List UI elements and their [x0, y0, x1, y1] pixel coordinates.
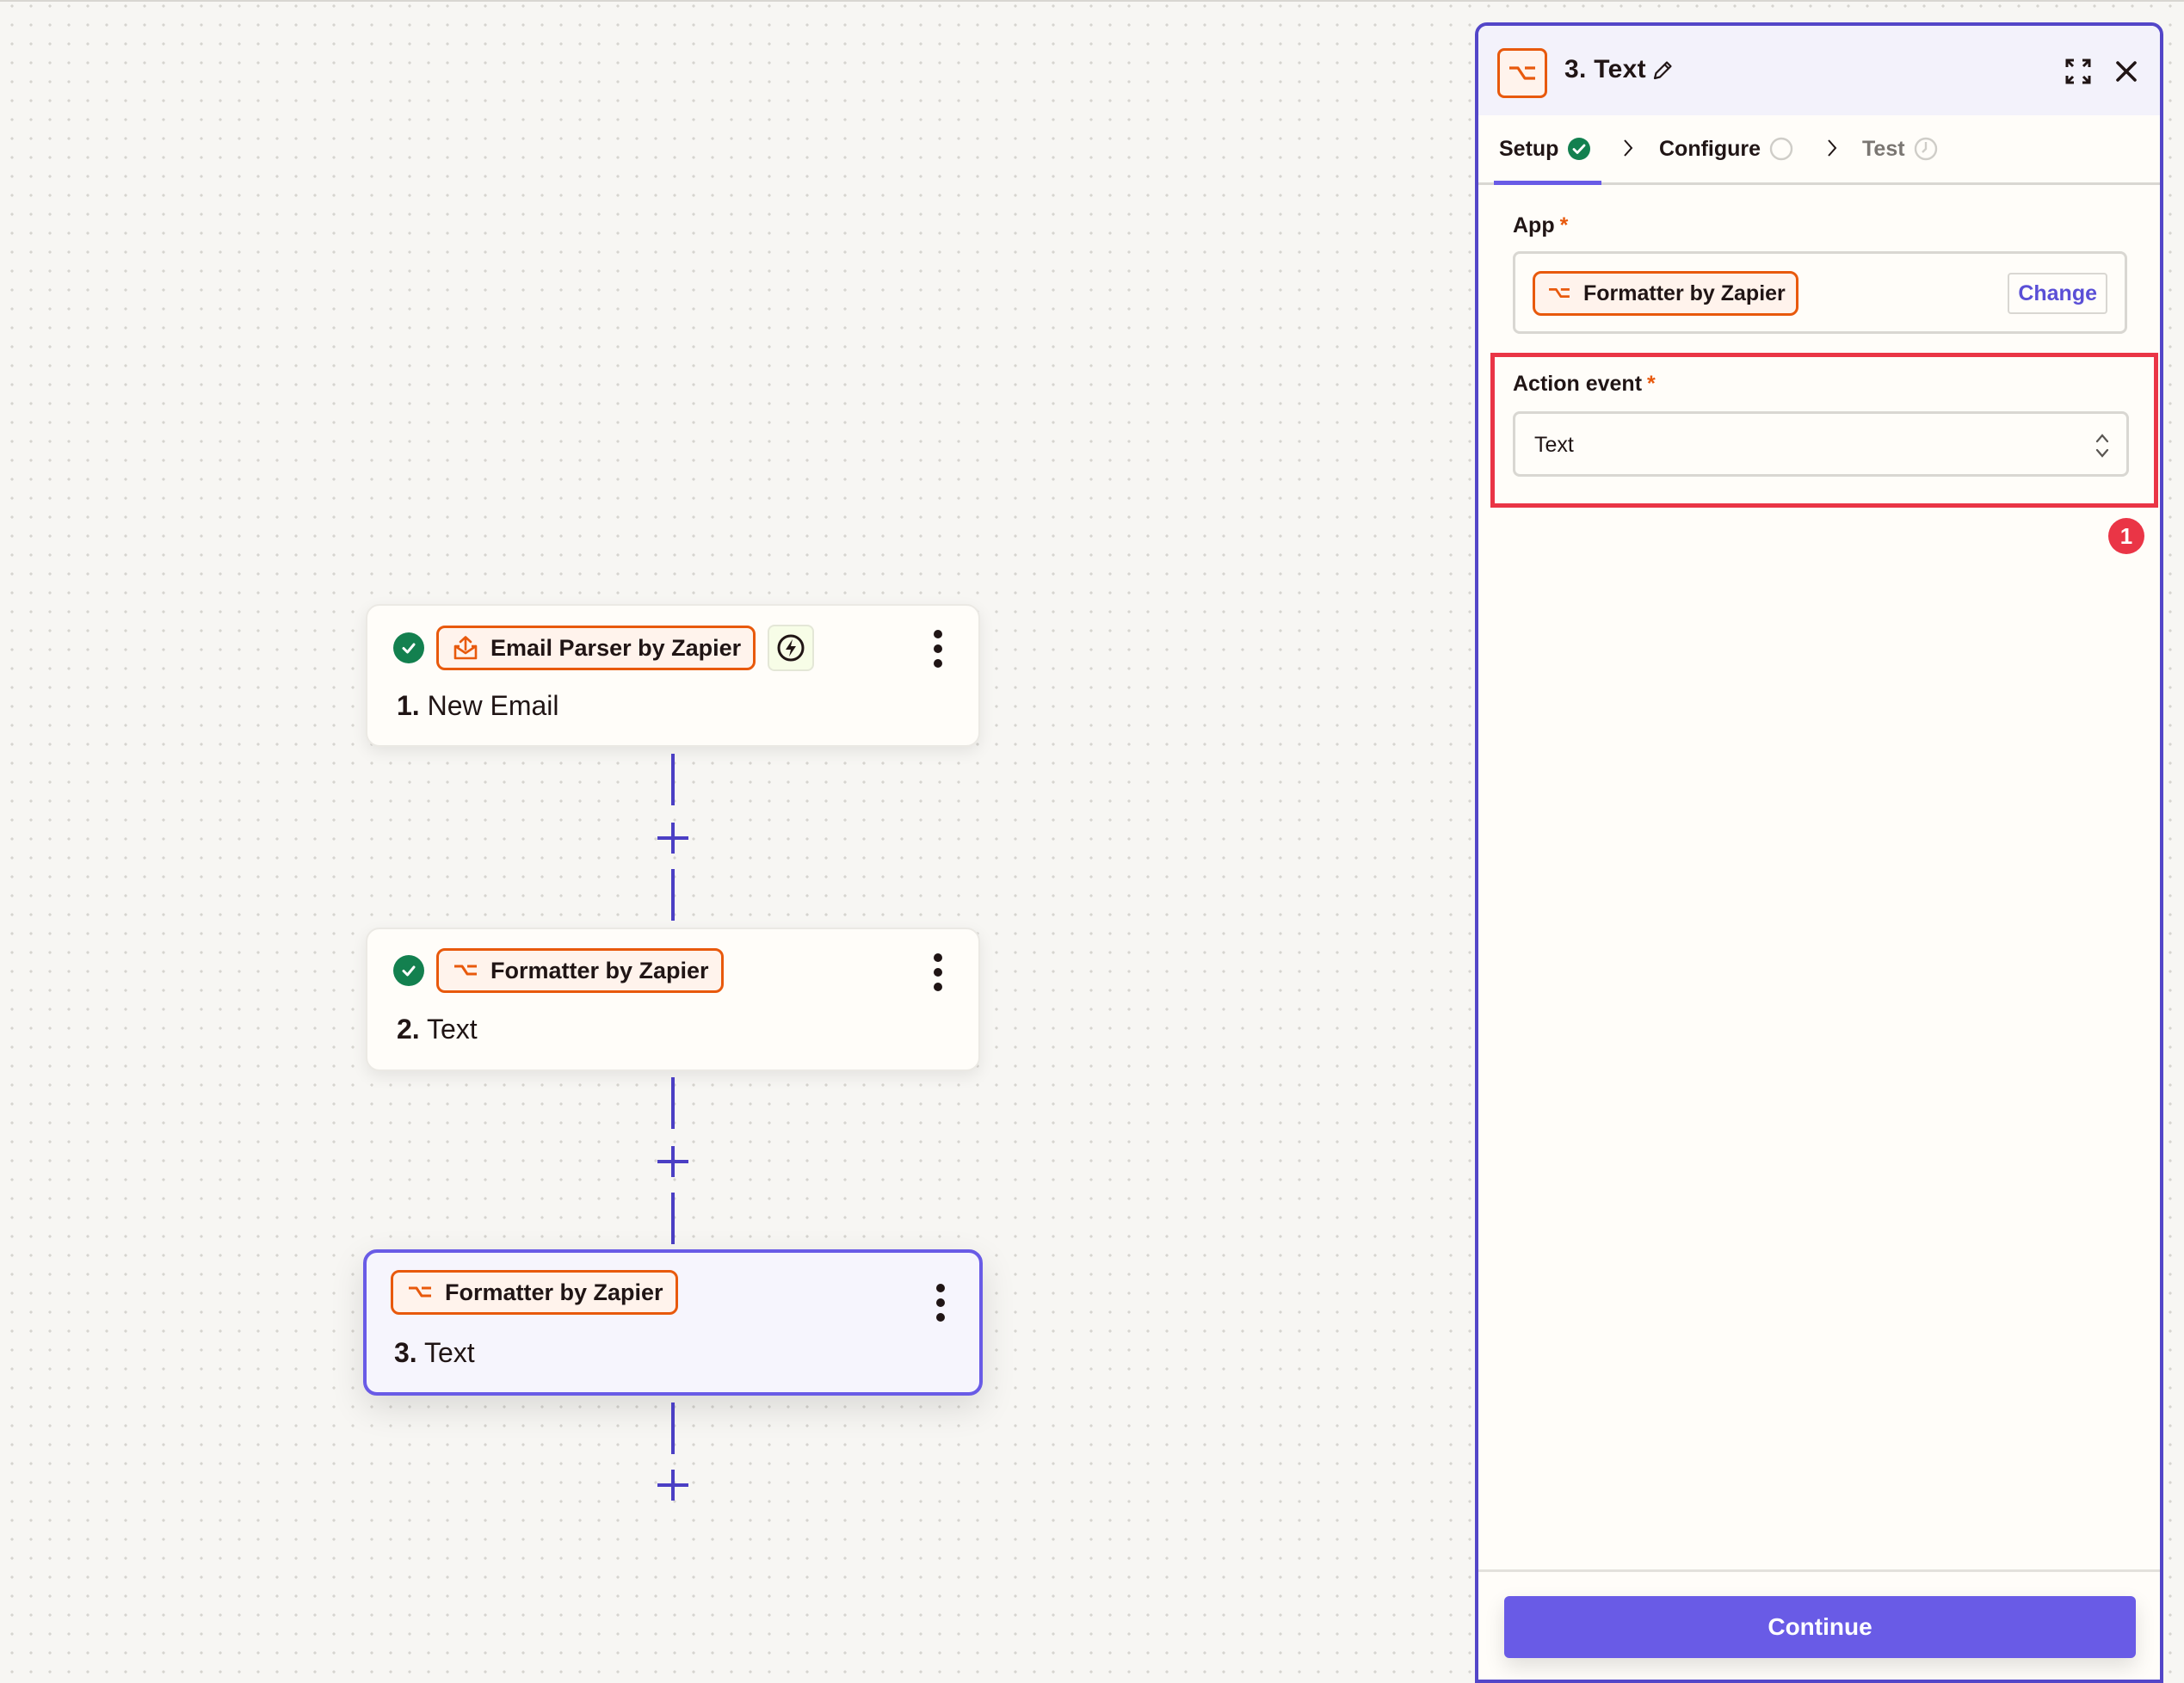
- action-event-select[interactable]: Text: [1513, 411, 2129, 477]
- more-options-icon[interactable]: [932, 953, 944, 991]
- check-circle-icon: [393, 632, 424, 663]
- chevron-right-icon: [1624, 139, 1633, 157]
- tab-setup[interactable]: Setup: [1493, 115, 1602, 185]
- app-name: Formatter by Zapier: [490, 957, 709, 983]
- add-step-button[interactable]: [657, 1470, 688, 1501]
- pencil-icon[interactable]: [1650, 59, 1675, 83]
- step-name: Text: [424, 1337, 475, 1368]
- formatter-app-icon: [1497, 48, 1547, 98]
- step-name: New Email: [427, 690, 559, 721]
- step-name: Text: [427, 1014, 478, 1045]
- continue-button[interactable]: Continue: [1504, 1596, 2136, 1658]
- app-chip[interactable]: Formatter by Zapier: [436, 948, 724, 993]
- connector-line: [671, 1077, 675, 1129]
- app-field: Formatter by Zapier Change: [1513, 251, 2127, 334]
- top-divider: [0, 0, 2184, 2]
- step-number: 3.: [394, 1337, 417, 1368]
- expand-icon[interactable]: [2064, 57, 2093, 86]
- formatter-icon: [409, 1286, 431, 1298]
- app-name: Email Parser by Zapier: [490, 634, 742, 661]
- panel-title: 3. Text: [1564, 55, 1646, 83]
- check-circle-icon: [393, 955, 424, 986]
- step-card-header: Email Parser by Zapier: [393, 625, 815, 671]
- connector-line: [671, 1193, 675, 1244]
- empty-circle-icon: [1769, 137, 1793, 161]
- email-parser-icon: [453, 636, 478, 660]
- app-name: Formatter by Zapier: [1583, 280, 1786, 305]
- chevron-right-icon: [1828, 139, 1837, 157]
- required-mark: *: [1647, 372, 1656, 396]
- step-card-2[interactable]: Formatter by Zapier 2. Text: [366, 928, 980, 1071]
- timer-icon: [1914, 137, 1937, 161]
- tab-label: Setup: [1499, 136, 1559, 161]
- label-text: App: [1513, 213, 1555, 237]
- footer-divider: [1478, 1569, 2160, 1572]
- formatter-icon: [1549, 288, 1570, 299]
- tab-label: Test: [1862, 136, 1905, 161]
- tab-label: Configure: [1659, 136, 1761, 161]
- select-value: Text: [1534, 433, 1574, 457]
- trigger-badge: [768, 625, 815, 671]
- formatter-icon: [454, 965, 477, 976]
- connector-line: [671, 869, 675, 921]
- label-text: Action event: [1513, 372, 1643, 396]
- add-step-button[interactable]: [657, 1146, 688, 1177]
- app-chip[interactable]: Email Parser by Zapier: [436, 626, 756, 670]
- more-options-icon[interactable]: [932, 630, 944, 668]
- connector-line: [671, 754, 675, 805]
- step-title: 1. New Email: [397, 690, 559, 722]
- step-title: 2. Text: [397, 1014, 478, 1045]
- step-tabs: Setup Configure Test: [1478, 115, 2160, 185]
- selected-app-chip: Formatter by Zapier: [1533, 271, 1798, 316]
- tab-configure[interactable]: Configure: [1659, 115, 1793, 182]
- step-card-header: Formatter by Zapier: [391, 1270, 678, 1315]
- add-step-button[interactable]: [657, 823, 688, 854]
- step-editor-panel: 3. Text Setup Configure Test App * Format…: [1475, 22, 2163, 1683]
- change-app-button[interactable]: Change: [2008, 273, 2107, 314]
- step-card-header: Formatter by Zapier: [393, 948, 724, 993]
- more-options-icon[interactable]: [935, 1284, 947, 1322]
- app-name: Formatter by Zapier: [445, 1279, 663, 1305]
- step-number: 2.: [397, 1014, 420, 1045]
- lightning-bolt-icon: [777, 634, 805, 662]
- step-card-3[interactable]: Formatter by Zapier 3. Text: [363, 1249, 983, 1396]
- step-card-1[interactable]: Email Parser by Zapier 1. New Email: [366, 604, 980, 747]
- connector-line: [671, 1402, 675, 1454]
- close-icon[interactable]: [2113, 59, 2139, 84]
- check-circle-icon: [1568, 138, 1591, 160]
- app-chip[interactable]: Formatter by Zapier: [391, 1270, 678, 1315]
- chevron-up-down-icon: [2095, 434, 2109, 458]
- app-field-label: App *: [1513, 213, 1568, 238]
- action-event-label: Action event *: [1513, 372, 1656, 397]
- step-number: 1.: [397, 690, 420, 721]
- required-mark: *: [1559, 213, 1569, 237]
- tab-test[interactable]: Test: [1862, 115, 1938, 182]
- annotation-badge: 1: [2108, 518, 2144, 554]
- step-title: 3. Text: [394, 1337, 475, 1369]
- panel-header: 3. Text: [1478, 26, 2160, 115]
